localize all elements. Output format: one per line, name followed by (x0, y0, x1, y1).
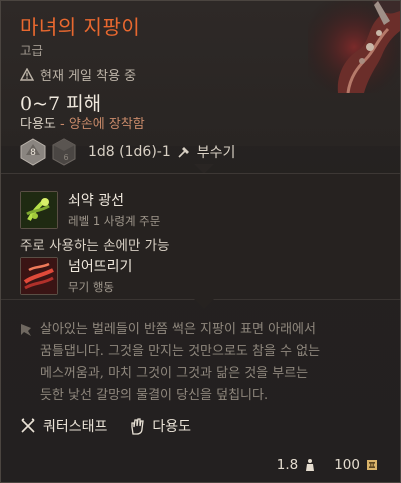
action-ray-of-sickness[interactable]: 쇠약 광선 레벨 1 사령계 주문 (20, 190, 160, 229)
item-artwork (308, 1, 400, 93)
tag-label: 다용도 (152, 419, 192, 435)
warning-icon (20, 68, 34, 81)
flavor-line: 메스꺼움과, 마치 그것이 그것과 닮은 것을 부르는 (40, 366, 309, 381)
flavor-line: 꿈틀댑니다. 그것을 만지는 것만으로도 참을 수 없는 (40, 344, 321, 359)
d6-die-icon: 6 (52, 138, 76, 166)
item-rarity: 고급 (20, 43, 44, 58)
tag-label: 쿼터스태프 (43, 419, 108, 435)
item-weight: 1.8 (276, 457, 299, 473)
action-name: 넘어뜨리기 (68, 259, 133, 275)
proficiency-line: 다용도 - 양손에 장착함 (20, 113, 145, 132)
weapon-tags: 쿼터스태프 다용도 (20, 416, 191, 436)
item-value: 100 (334, 457, 360, 473)
flavor-line: 듯한 낯선 갈망의 물결이 당신을 덮칩니다. (40, 388, 269, 403)
action-subtitle: 무기 행동 (68, 280, 114, 294)
item-footer: 1.8 100 (277, 457, 378, 473)
gold-coin-icon (367, 460, 377, 470)
damage-dice-row: 8 6 1d8 (1d6)-1 부수기 (20, 138, 235, 166)
action-text: 넘어뜨리기 무기 행동 (68, 256, 132, 295)
flavor-line: 살아있는 벌레들이 반쯤 썩은 지팡이 표면 아래에서 (40, 322, 316, 337)
proficiency-label: 다용도 (20, 117, 56, 132)
section-notch (194, 299, 214, 309)
proficiency-note: 양손에 장착함 (68, 117, 145, 132)
quarterstaff-icon (21, 418, 35, 433)
item-name: 마녀의 지팡이 (20, 15, 141, 39)
d8-die-icon: 8 (20, 138, 46, 166)
bludgeoning-icon (178, 147, 189, 158)
action-name: 쇠약 광선 (68, 193, 124, 209)
versatile-hand-icon (131, 417, 145, 435)
action-topple[interactable]: 넘어뜨리기 무기 행동 (20, 256, 132, 295)
tag-quarterstaff[interactable]: 쿼터스태프 (20, 416, 107, 436)
action-text: 쇠약 광선 레벨 1 사령계 주문 (68, 190, 160, 229)
topple-icon (20, 256, 58, 295)
actions-section: 쇠약 광선 레벨 1 사령계 주문 주로 사용하는 손에만 가능 넘어뜨리기 무… (1, 174, 400, 299)
item-tooltip: 마녀의 지팡이 고급 현재 게일 착용 중 0~7 피해 다용도 - 양손에 장… (0, 0, 401, 483)
damage-formula: 1d8 (1d6)-1 (88, 144, 171, 160)
equipped-status-text: 현재 게일 착용 중 (40, 69, 137, 84)
proficiency-separator: - (60, 117, 65, 132)
tooltip-header: 마녀의 지팡이 고급 현재 게일 착용 중 0~7 피해 다용도 - 양손에 장… (1, 1, 400, 146)
damage-type: 부수기 (196, 145, 236, 161)
damage-range: 0~7 피해 (20, 93, 102, 115)
flavor-text: 살아있는 벌레들이 반쯤 썩은 지팡이 표면 아래에서 꿈틀댑니다. 그것을 만… (40, 319, 380, 407)
action-subtitle: 레벨 1 사령계 주문 (68, 214, 161, 228)
d6-die-label: 6 (63, 153, 68, 162)
ray-of-sickness-icon (20, 190, 58, 229)
quill-icon (20, 322, 32, 341)
equipped-status: 현재 게일 착용 중 (20, 65, 136, 84)
mainhand-only-note: 주로 사용하는 손에만 가능 (20, 238, 170, 254)
tag-versatile[interactable]: 다용도 (129, 416, 191, 436)
weight-icon (306, 459, 315, 471)
d8-die-label: 8 (30, 148, 36, 158)
